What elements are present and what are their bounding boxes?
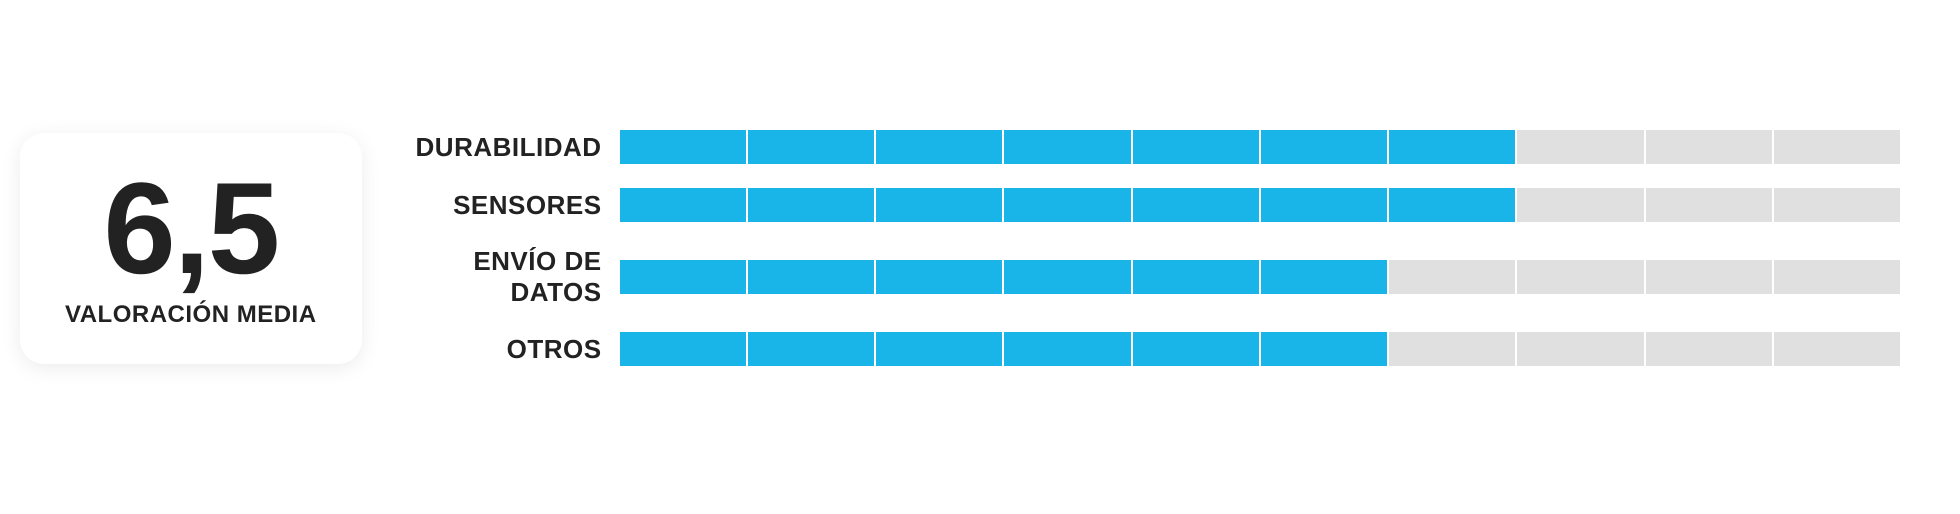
bar-label: DURABILIDAD bbox=[402, 132, 602, 163]
score-card: 6,5 VALORACIÓN MEDIA bbox=[20, 133, 362, 364]
bar-fill bbox=[620, 332, 1388, 366]
bars-section: DURABILIDAD SENSORES ENVÍO DE DATOS OTROS bbox=[402, 130, 1940, 366]
bar-row: OTROS bbox=[402, 332, 1900, 366]
tick bbox=[1389, 260, 1517, 294]
bar-track bbox=[620, 260, 1900, 294]
bar-fill bbox=[620, 188, 1516, 222]
bar-row: SENSORES bbox=[402, 188, 1900, 222]
bar-fill bbox=[620, 130, 1516, 164]
tick bbox=[1517, 260, 1645, 294]
bar-label: OTROS bbox=[402, 334, 602, 365]
tick bbox=[1517, 130, 1645, 164]
tick bbox=[1517, 188, 1645, 222]
tick bbox=[1774, 130, 1900, 164]
bar-track bbox=[620, 332, 1900, 366]
tick bbox=[1389, 332, 1517, 366]
rating-container: 6,5 VALORACIÓN MEDIA DURABILIDAD SENSORES… bbox=[0, 0, 1960, 426]
score-value: 6,5 bbox=[103, 163, 278, 293]
bar-label: ENVÍO DE DATOS bbox=[402, 246, 602, 308]
tick bbox=[1646, 260, 1774, 294]
bar-label: SENSORES bbox=[402, 190, 602, 221]
tick bbox=[1774, 332, 1900, 366]
tick bbox=[1774, 188, 1900, 222]
tick bbox=[1774, 260, 1900, 294]
tick bbox=[1517, 332, 1645, 366]
bar-fill bbox=[620, 260, 1388, 294]
tick bbox=[1646, 188, 1774, 222]
bar-row: ENVÍO DE DATOS bbox=[402, 246, 1900, 308]
tick bbox=[1646, 130, 1774, 164]
bar-track bbox=[620, 130, 1900, 164]
tick bbox=[1646, 332, 1774, 366]
bar-row: DURABILIDAD bbox=[402, 130, 1900, 164]
bar-track bbox=[620, 188, 1900, 222]
score-label: VALORACIÓN MEDIA bbox=[65, 301, 317, 329]
